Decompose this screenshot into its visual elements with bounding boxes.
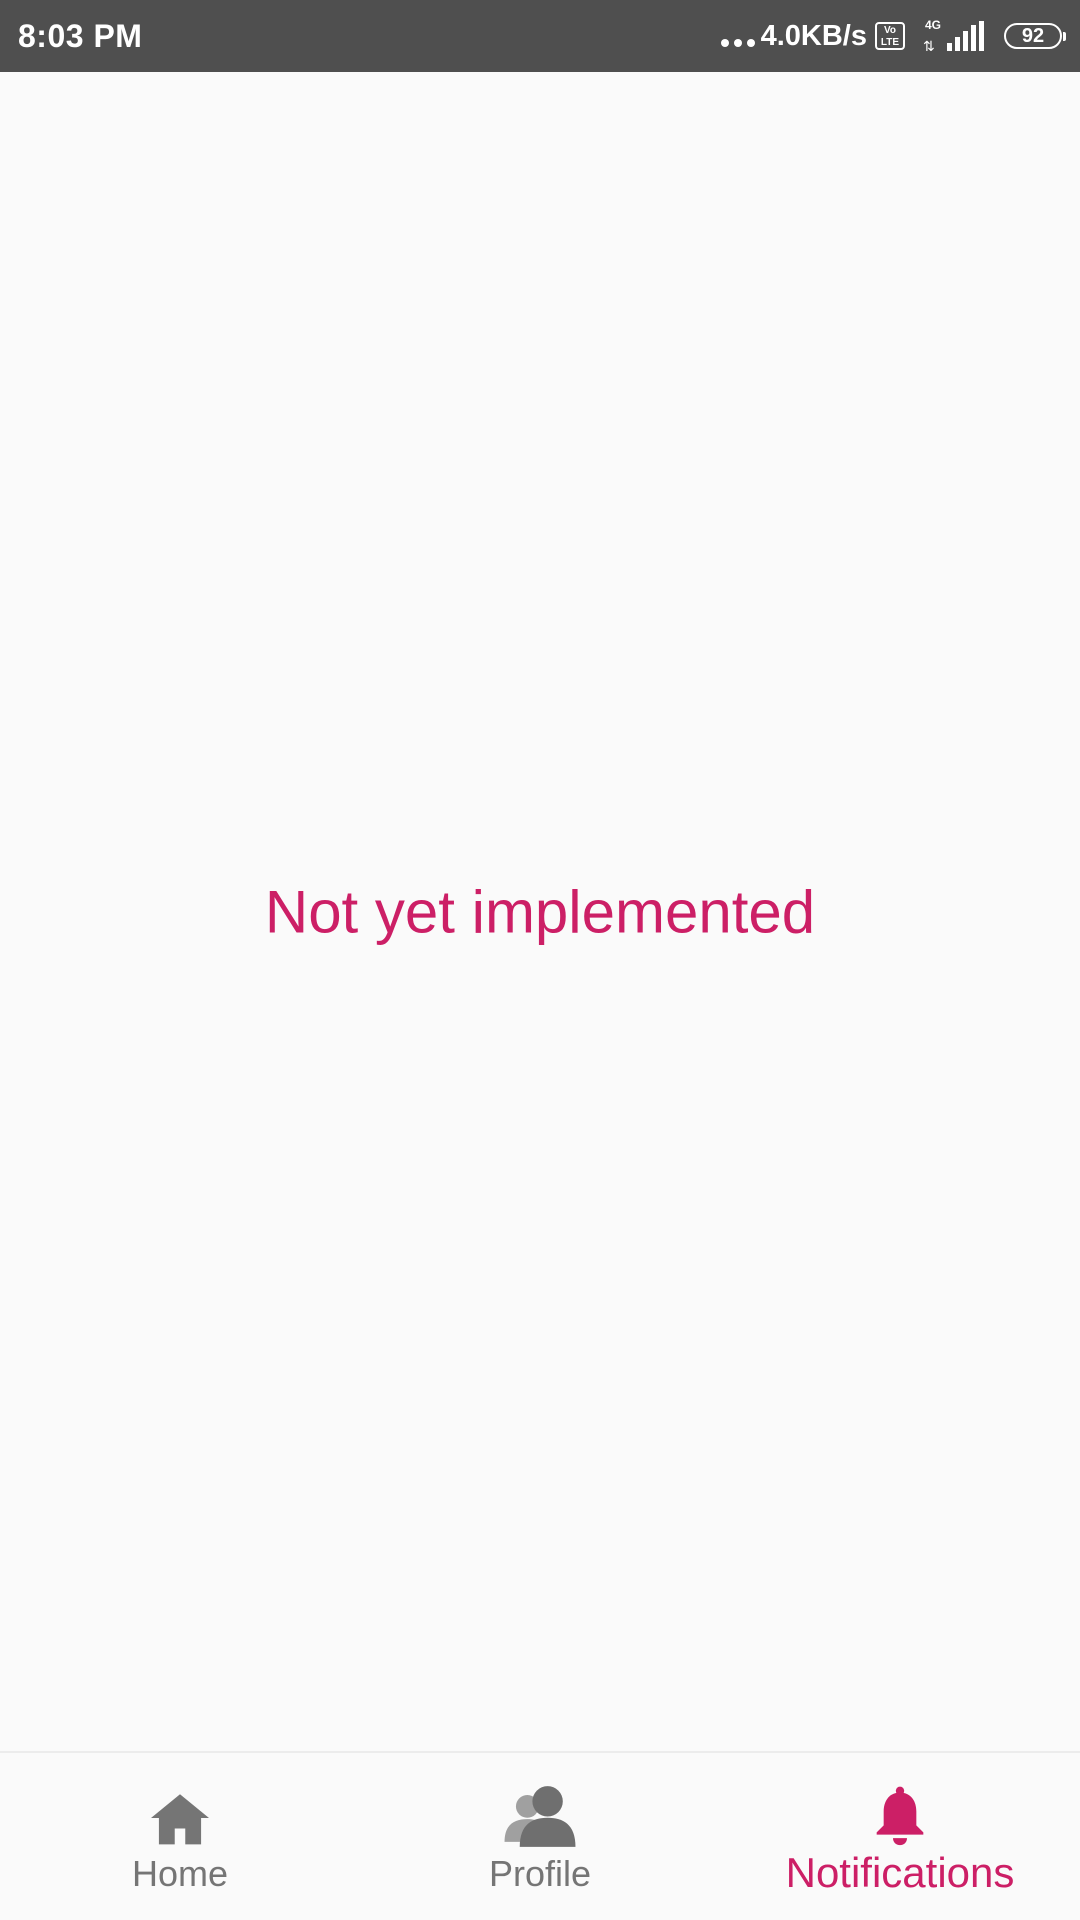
battery-icon: 92 (1004, 23, 1066, 49)
profile-icon (502, 1783, 578, 1847)
network-type-label: 4G (925, 18, 942, 32)
nav-item-notifications[interactable]: Notifications (720, 1753, 1080, 1920)
volte-icon: Vo LTE (875, 22, 905, 50)
status-bar: 8:03 PM 4.0KB/s Vo LTE 4G ⇅ 92 (0, 0, 1080, 72)
network-type-icon: 4G ⇅ (921, 18, 943, 54)
data-arrows-icon: ⇅ (923, 38, 935, 54)
dots-icon (720, 39, 755, 47)
bell-icon (862, 1783, 938, 1847)
bottom-navigation: Home Profile Notifications (0, 1751, 1080, 1920)
placeholder-message: Not yet implemented (264, 878, 816, 946)
main-content: Not yet implemented (0, 72, 1080, 1750)
nav-label-notifications: Notifications (785, 1849, 1015, 1896)
nav-item-home[interactable]: Home (0, 1753, 360, 1920)
status-icons: 4.0KB/s Vo LTE 4G ⇅ 92 (720, 0, 1066, 72)
nav-label-home: Home (131, 1853, 229, 1894)
nav-label-profile: Profile (488, 1853, 592, 1894)
battery-level: 92 (1021, 25, 1045, 47)
home-icon (142, 1783, 218, 1847)
status-time: 8:03 PM (18, 18, 143, 54)
signal-icon (947, 21, 984, 51)
network-speed: 4.0KB/s (760, 19, 867, 52)
nav-item-profile[interactable]: Profile (360, 1753, 720, 1920)
